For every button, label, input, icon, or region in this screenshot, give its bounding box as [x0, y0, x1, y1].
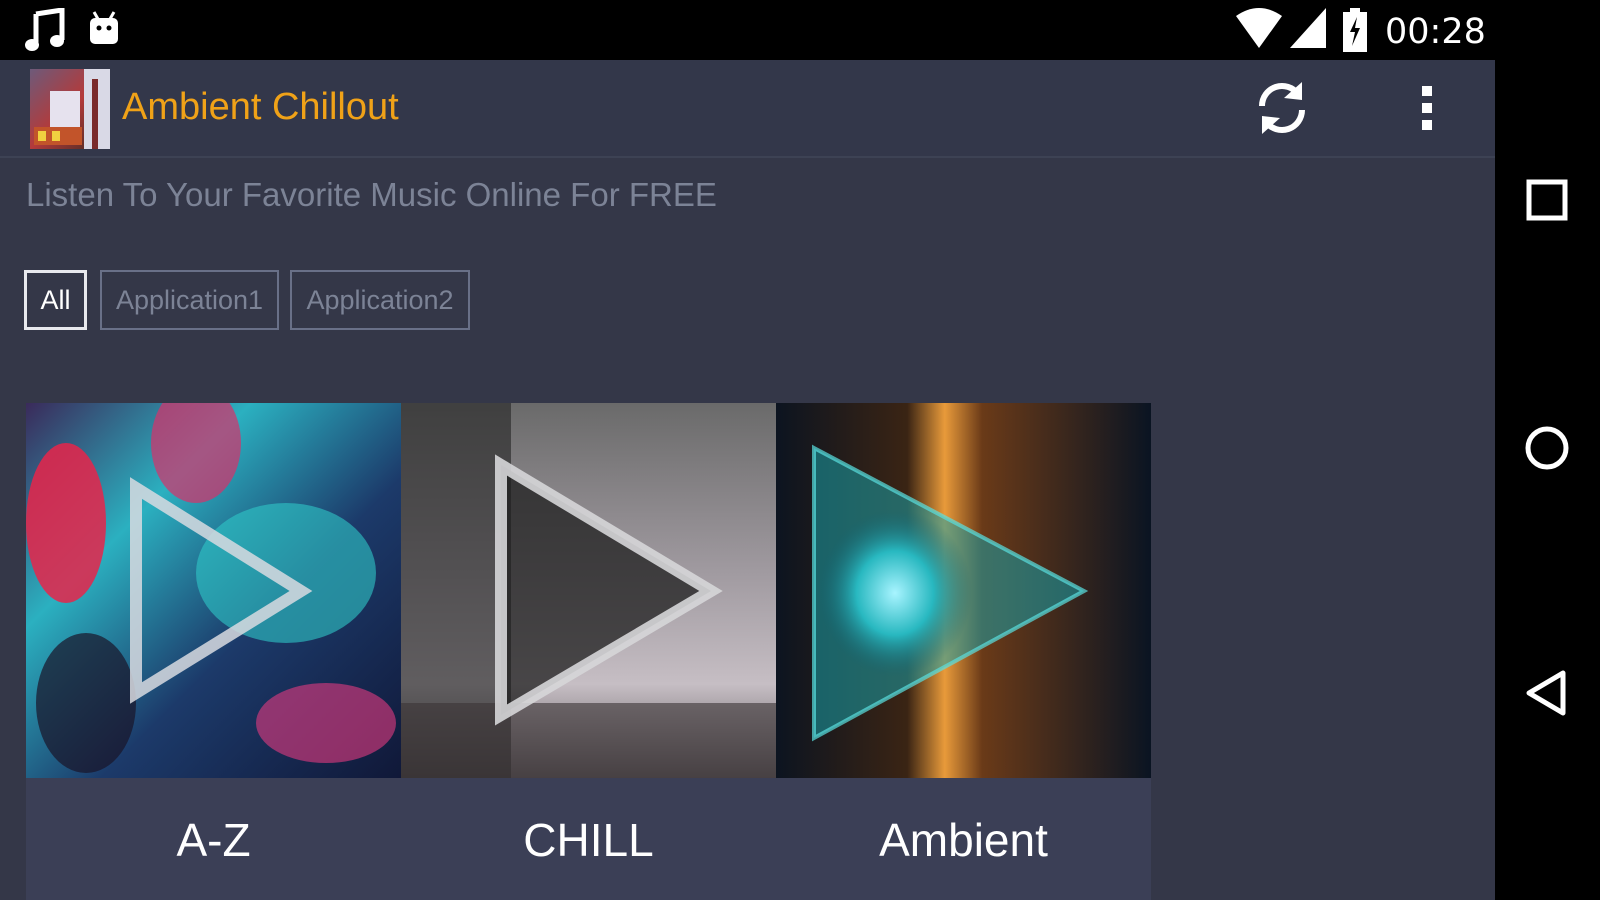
category-label-chill: CHILL	[523, 814, 654, 866]
recents-square-icon[interactable]	[1517, 170, 1577, 230]
category-thumbnail-az	[26, 403, 401, 778]
tagline: Listen To Your Favorite Music Online For…	[26, 176, 717, 213]
battery-charging-icon	[1343, 8, 1367, 52]
category-card-ambient[interactable]: Ambient	[776, 403, 1151, 900]
category-label-ambient: Ambient	[879, 814, 1048, 866]
app-logo	[30, 69, 110, 149]
more-vert-icon[interactable]	[1396, 76, 1460, 140]
refresh-icon[interactable]	[1250, 76, 1314, 140]
category-grid: A-Z CHILL Ambient	[26, 403, 1151, 900]
category-label-az: A-Z	[176, 814, 251, 866]
status-time: 00:28	[1385, 12, 1486, 52]
filter-chip-all[interactable]: All	[24, 270, 87, 330]
category-card-az[interactable]: A-Z	[26, 403, 401, 900]
music-note-icon	[25, 8, 65, 51]
cell-signal-icon	[1290, 8, 1326, 48]
status-bar: 00:28	[0, 0, 1600, 60]
filter-chip-application2[interactable]: Application2	[290, 270, 470, 330]
category-thumbnail-ambient	[776, 403, 1151, 778]
home-circle-icon[interactable]	[1517, 418, 1577, 478]
back-triangle-icon[interactable]	[1517, 663, 1577, 723]
app-bar: Ambient Chillout	[0, 60, 1495, 158]
navigation-bar	[1495, 60, 1600, 900]
android-icon	[90, 11, 118, 44]
app-title: Ambient Chillout	[122, 86, 399, 128]
category-thumbnail-chill	[401, 403, 776, 778]
filter-chip-application1[interactable]: Application1	[100, 270, 279, 330]
category-card-chill[interactable]: CHILL	[401, 403, 776, 900]
wifi-icon	[1236, 8, 1282, 48]
app-screen: Ambient Chillout Listen To Your Favorite…	[0, 60, 1495, 900]
